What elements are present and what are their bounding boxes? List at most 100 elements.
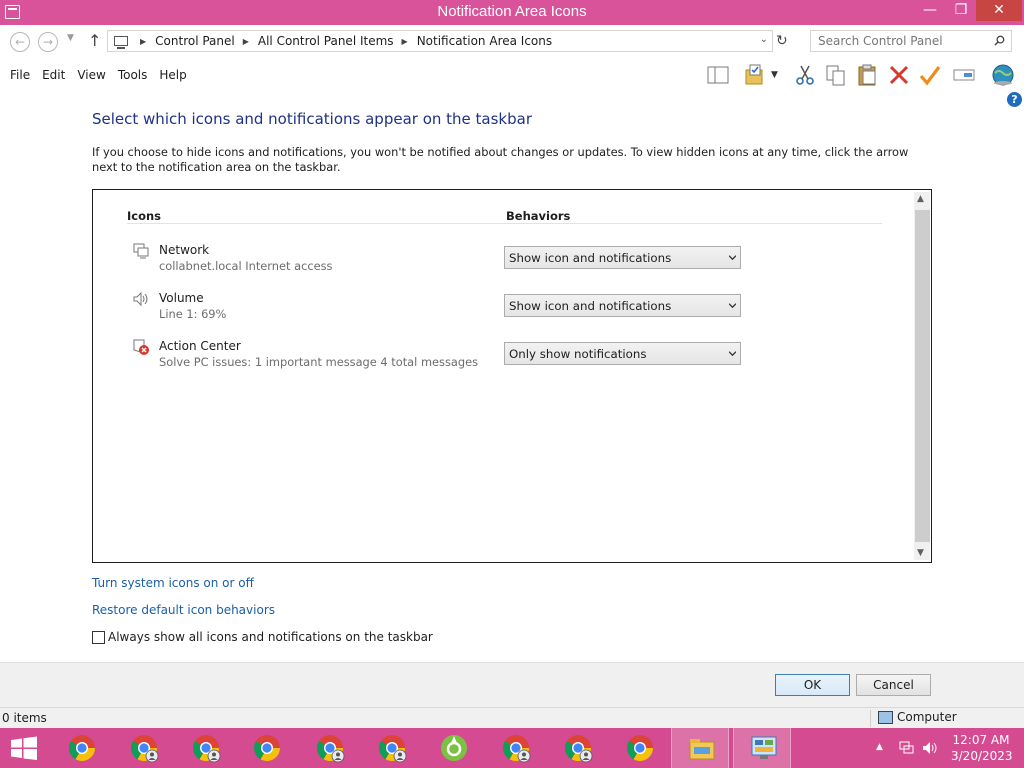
clock-date: 3/20/2023 (951, 749, 1013, 763)
list-scrollbar[interactable]: ▲ ▼ (914, 192, 930, 560)
paste-icon[interactable] (856, 63, 880, 87)
forward-button[interactable]: → (38, 32, 58, 52)
dialog-button-bar: OK Cancel (0, 662, 1024, 707)
rename-icon[interactable] (952, 63, 976, 87)
help-icon[interactable]: ? (1007, 92, 1022, 107)
cancel-button[interactable]: Cancel (856, 674, 931, 696)
taskbar-app-file-explorer[interactable] (671, 728, 729, 768)
scroll-down-arrow[interactable]: ▼ (917, 548, 924, 558)
taskbar-app-chrome-profile[interactable] (486, 728, 544, 768)
window-title: Notification Area Icons (437, 3, 587, 20)
location-label: Computer (897, 710, 957, 724)
behavior-select-value: Show icon and notifications (509, 251, 672, 265)
status-bar: 0 items Computer (0, 707, 1024, 728)
chrome-profile-icon (502, 735, 531, 763)
address-dropdown-icon[interactable]: ⌄ (760, 34, 768, 45)
computer-icon (114, 36, 128, 49)
item-status: collabnet.local Internet access (159, 259, 333, 273)
network-icon[interactable] (899, 740, 915, 756)
search-box[interactable] (810, 30, 1012, 52)
delete-icon[interactable] (887, 63, 911, 87)
item-name: Action Center (159, 339, 241, 353)
address-bar[interactable]: ▶ Control Panel ▶ All Control Panel Item… (107, 30, 773, 52)
taskbar-clock[interactable]: 12:07 AM 3/20/2023 (951, 732, 1013, 764)
chrome-profile-icon (130, 735, 159, 763)
scrollbar-thumb[interactable] (915, 210, 930, 542)
close-button[interactable]: ✕ (976, 0, 1022, 21)
action-center-icon (133, 339, 149, 355)
always-show-label[interactable]: Always show all icons and notifications … (108, 630, 433, 644)
chevron-down-icon (729, 303, 736, 309)
chrome-profile-icon (192, 735, 221, 763)
chrome-icon (626, 735, 653, 761)
always-show-option[interactable]: Always show all icons and notifications … (92, 630, 433, 644)
globe-icon[interactable] (991, 63, 1015, 87)
properties-dropdown-icon[interactable]: ▼ (771, 63, 785, 87)
taskbar-app-chrome-profile[interactable] (176, 728, 234, 768)
taskbar-app-chrome[interactable] (610, 728, 668, 768)
behavior-select-value: Only show notifications (509, 347, 647, 361)
layout-icon[interactable] (706, 63, 730, 87)
app-green-icon (441, 735, 467, 761)
behavior-select-network[interactable]: Show icon and notifications (504, 246, 741, 269)
breadcrumb-separator[interactable]: ▶ (243, 37, 249, 46)
title-bar: Notification Area Icons — ❐ ✕ (0, 0, 1024, 25)
column-header-icons: Icons (127, 209, 162, 223)
menu-view[interactable]: View (71, 68, 111, 82)
item-name: Network (159, 243, 210, 257)
copy-icon[interactable] (824, 63, 848, 87)
up-button[interactable]: ↑ (88, 31, 101, 50)
cut-icon[interactable] (793, 63, 817, 87)
windows-start-icon[interactable] (10, 736, 38, 761)
item-status: Solve PC issues: 1 important message 4 t… (159, 355, 479, 369)
item-status: Line 1: 69% (159, 307, 227, 321)
search-icon[interactable] (994, 35, 1005, 46)
check-icon[interactable] (918, 63, 942, 87)
taskbar-app-chrome-profile[interactable] (362, 728, 420, 768)
show-hidden-icons-arrow[interactable]: ▲ (876, 742, 883, 752)
taskbar-app-chrome-profile[interactable] (114, 728, 172, 768)
behavior-select-value: Show icon and notifications (509, 299, 672, 313)
back-button[interactable]: ← (10, 32, 30, 52)
menu-bar: File Edit View Tools Help (4, 68, 193, 82)
menu-tools[interactable]: Tools (112, 68, 154, 82)
status-location: Computer (878, 710, 957, 724)
taskbar: ▲ 12:07 AM 3/20/2023 (0, 728, 1024, 768)
behavior-select-action-center[interactable]: Only show notifications (504, 342, 741, 365)
taskbar-app-app-green[interactable] (424, 728, 482, 768)
search-input[interactable] (811, 31, 989, 51)
minimize-button[interactable]: — (917, 0, 943, 21)
list-item-volume: Volume Line 1: 69% Show icon and notific… (93, 289, 913, 329)
breadcrumb-all-items[interactable]: All Control Panel Items (258, 34, 394, 48)
taskbar-app-chrome-profile[interactable] (300, 728, 358, 768)
chrome-profile-icon (564, 735, 593, 763)
menu-help[interactable]: Help (153, 68, 192, 82)
always-show-checkbox[interactable] (92, 630, 105, 644)
menu-edit[interactable]: Edit (36, 68, 71, 82)
page-description: If you choose to hide icons and notifica… (92, 145, 909, 174)
ok-button[interactable]: OK (775, 674, 850, 696)
icons-list: Icons Behaviors Network collabnet.local … (92, 189, 932, 563)
maximize-button[interactable]: ❐ (948, 0, 974, 21)
taskbar-app-chrome[interactable] (52, 728, 110, 768)
behavior-select-volume[interactable]: Show icon and notifications (504, 294, 741, 317)
breadcrumb-separator[interactable]: ▶ (140, 37, 146, 46)
menu-file[interactable]: File (4, 68, 36, 82)
breadcrumb: ▶ Control Panel ▶ All Control Panel Item… (132, 34, 552, 48)
breadcrumb-control-panel[interactable]: Control Panel (155, 34, 235, 48)
turn-system-icons-link[interactable]: Turn system icons on or off (92, 576, 254, 590)
address-row: ← → ▼ ↑ ▶ Control Panel ▶ All Control Pa… (0, 25, 1024, 59)
taskbar-app-control-panel[interactable] (733, 728, 791, 768)
refresh-button[interactable]: ↻ (776, 33, 788, 49)
taskbar-app-chrome-profile[interactable] (548, 728, 606, 768)
taskbar-app-chrome[interactable] (237, 728, 295, 768)
chrome-profile-icon (378, 735, 407, 763)
restore-defaults-link[interactable]: Restore default icon behaviors (92, 603, 275, 617)
properties-folder-icon[interactable] (744, 63, 768, 87)
file-explorer-icon (689, 739, 715, 760)
volume-icon[interactable] (922, 740, 938, 756)
breadcrumb-separator[interactable]: ▶ (402, 37, 408, 46)
scroll-up-arrow[interactable]: ▲ (917, 194, 924, 204)
breadcrumb-current[interactable]: Notification Area Icons (417, 34, 552, 48)
recent-locations-dropdown[interactable]: ▼ (67, 33, 74, 43)
